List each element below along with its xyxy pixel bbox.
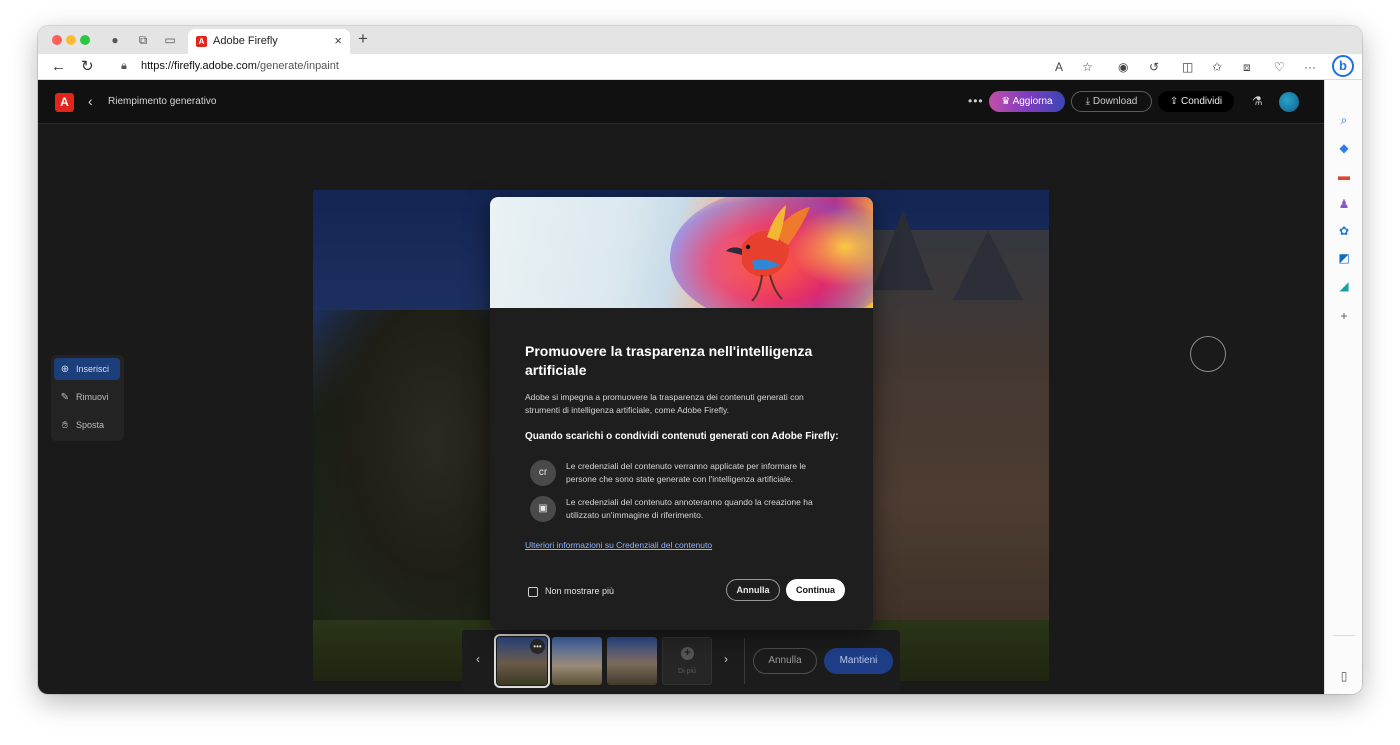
hand-icon: ✋︎ [62, 420, 68, 431]
content-credentials-icon: cr [530, 460, 556, 486]
favorite-star-icon[interactable]: ☆ [1082, 59, 1093, 75]
eraser-icon: ✎ [60, 392, 70, 403]
outlook-icon[interactable]: ◩ [1336, 250, 1352, 266]
browser-essentials-icon[interactable]: ♡ [1274, 59, 1285, 75]
tool-move[interactable]: ✋︎ Sposta [54, 414, 120, 436]
crown-icon: ♛ [1001, 96, 1013, 107]
share-button[interactable]: ⇪ Condividi [1158, 91, 1234, 112]
adobe-logo-icon[interactable]: A [55, 93, 74, 112]
content-credentials-link[interactable]: Ulteriori informazioni su Credenziali de… [525, 540, 712, 550]
workspaces-icon[interactable]: ⧉ [136, 33, 150, 47]
bing-copilot-icon[interactable]: b [1332, 55, 1354, 77]
browser-window: ● ⧉ ▭ A Adobe Firefly × + ← ↻ 🔒︎ https:/… [38, 26, 1362, 694]
upgrade-button-label: Aggiorna [1012, 96, 1053, 107]
more-menu-icon[interactable]: ··· [1304, 59, 1316, 75]
tab-close-icon[interactable]: × [334, 33, 342, 48]
sidebar-layout-icon[interactable]: ▯ [1336, 668, 1352, 684]
flask-labs-icon[interactable]: ⚗ [1252, 94, 1263, 108]
feature-text: Le credenziali del contenuto annoteranno… [566, 497, 813, 520]
tool-label: Inserisci [76, 364, 110, 374]
read-aloud-icon[interactable]: A [1055, 59, 1063, 75]
games-icon[interactable]: ♟ [1336, 196, 1352, 212]
prev-chevron-icon[interactable]: ‹ [476, 652, 480, 666]
tools-briefcase-icon[interactable]: ▬ [1336, 168, 1352, 184]
download-button-label: Download [1092, 96, 1138, 107]
new-tab-icon[interactable]: + [358, 29, 368, 49]
reload-icon[interactable]: ↻ [81, 58, 94, 76]
minimize-window-button[interactable] [66, 35, 76, 45]
tool-panel: ⊕ Inserisci ✎ Rimuovi ✋︎ Sposta [51, 355, 124, 441]
tool-label: Rimuovi [76, 392, 109, 402]
sidebar-divider [1333, 635, 1355, 636]
modal-description: Adobe si impegna a promuovere la traspar… [525, 392, 804, 415]
variation-thumbnail[interactable]: ••• [494, 634, 550, 688]
dont-show-again-label[interactable]: Non mostrare più [545, 586, 614, 596]
next-chevron-icon[interactable]: › [724, 652, 728, 666]
more-variations-label: Di più [678, 668, 696, 675]
firefly-app: A ‹ Riempimento generativo ••• ♛ Aggiorn… [38, 80, 1324, 694]
tool-insert[interactable]: ⊕ Inserisci [54, 358, 120, 380]
tab-title: Adobe Firefly [213, 35, 278, 47]
modal-title: Promuovere la trasparenza nell'intellige… [525, 343, 813, 378]
close-window-button[interactable] [52, 35, 62, 45]
add-sidebar-app-icon[interactable]: + [1336, 308, 1352, 324]
variations-strip: ‹ ••• + Di più › Annulla Mantieni [462, 630, 900, 692]
user-avatar[interactable] [1279, 92, 1299, 112]
microsoft-365-icon[interactable]: ✿ [1336, 223, 1352, 239]
tab-actions-icon[interactable]: ▭ [163, 33, 177, 47]
url-path: /generate/inpaint [256, 60, 339, 72]
cancel-button[interactable]: Annulla [753, 648, 817, 674]
tab-bar: ● ⧉ ▭ A Adobe Firefly × + [38, 26, 1362, 54]
share-button-label: Condividi [1181, 96, 1223, 107]
favorites-icon[interactable]: ✩ [1212, 59, 1222, 75]
modal-subtitle: Quando scarichi o condividi contenuti ge… [525, 431, 839, 442]
hero-image [490, 197, 873, 308]
modal-continue-button[interactable]: Continua [786, 579, 845, 601]
insert-icon: ⊕ [60, 364, 70, 375]
variation-thumbnail[interactable] [552, 637, 602, 685]
page-title: Riempimento generativo [108, 96, 217, 107]
url-domain: https://firefly.adobe.com [141, 60, 257, 72]
brush-cursor [1190, 336, 1226, 372]
extension-icon[interactable]: ◉ [1118, 59, 1128, 75]
strip-divider [744, 638, 745, 684]
download-button[interactable]: ⤓ Download [1071, 91, 1152, 112]
reference-image-icon: ▣ [530, 496, 556, 522]
tab-adobe-firefly[interactable]: A Adobe Firefly × [188, 29, 350, 54]
thumbnail-more-icon[interactable]: ••• [530, 639, 545, 654]
collections-icon[interactable]: ⧈ [1243, 59, 1251, 75]
share-icon: ⇪ [1169, 96, 1182, 107]
maximize-window-button[interactable] [80, 35, 90, 45]
feature-text: Le credenziali del contenuto verranno ap… [566, 461, 807, 484]
adobe-favicon-icon: A [196, 36, 207, 47]
address-toolbar: ← ↻ 🔒︎ https://firefly.adobe.com/generat… [38, 54, 1362, 80]
url-field[interactable]: https://firefly.adobe.com/generate/inpai… [141, 60, 339, 72]
app-header: A ‹ Riempimento generativo ••• ♛ Aggiorn… [38, 80, 1324, 124]
download-icon: ⤓ [1085, 96, 1093, 107]
transparency-modal: Promuovere la trasparenza nell'intellige… [490, 197, 873, 629]
dont-show-again-checkbox[interactable] [528, 587, 538, 597]
search-icon[interactable]: ⌕ [1336, 112, 1352, 128]
back-arrow-icon[interactable]: ← [51, 58, 66, 76]
modal-cancel-button[interactable]: Annulla [726, 579, 780, 601]
profile-icon[interactable]: ● [108, 33, 122, 47]
plus-icon: + [681, 647, 694, 660]
refresh-extension-icon[interactable]: ↺ [1149, 59, 1159, 75]
drop-icon[interactable]: ◢ [1336, 278, 1352, 294]
split-screen-icon[interactable]: ◫ [1182, 59, 1193, 75]
lock-icon[interactable]: 🔒︎ [121, 60, 127, 73]
tool-label: Sposta [76, 420, 105, 430]
more-options-icon[interactable]: ••• [968, 94, 984, 108]
edge-sidebar: ⌕ ◆ ▬ ♟ ✿ ◩ ◢ + ▯ ⚙ [1324, 80, 1362, 694]
more-variations-button[interactable]: + Di più [662, 637, 712, 685]
keep-button[interactable]: Mantieni [824, 648, 893, 674]
bird-illustration [726, 205, 810, 302]
upgrade-button[interactable]: ♛ Aggiorna [989, 91, 1065, 112]
shopping-tag-icon[interactable]: ◆ [1336, 140, 1352, 156]
back-chevron-icon[interactable]: ‹ [88, 93, 93, 109]
variation-thumbnail[interactable] [607, 637, 657, 685]
tool-remove[interactable]: ✎ Rimuovi [54, 386, 120, 408]
